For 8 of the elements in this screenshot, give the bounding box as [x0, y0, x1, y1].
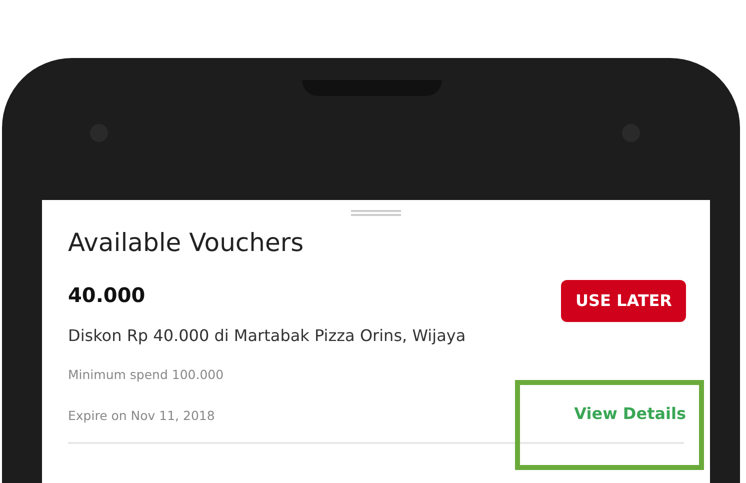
use-later-button[interactable]: USE LATER [561, 280, 686, 322]
drag-handle[interactable] [351, 210, 401, 216]
view-details-link[interactable]: View Details [574, 404, 686, 422]
voucher-description: Diskon Rp 40.000 di Martabak Pizza Orins, Wijaya [68, 325, 466, 347]
minimum-spend: Minimum spend 100.000 [68, 366, 225, 384]
sheet-title: Available Vouchers [68, 228, 305, 258]
voucher-amount: 40.000 [68, 282, 146, 309]
expiry-date: Expire on Nov 11, 2018 [68, 406, 216, 425]
